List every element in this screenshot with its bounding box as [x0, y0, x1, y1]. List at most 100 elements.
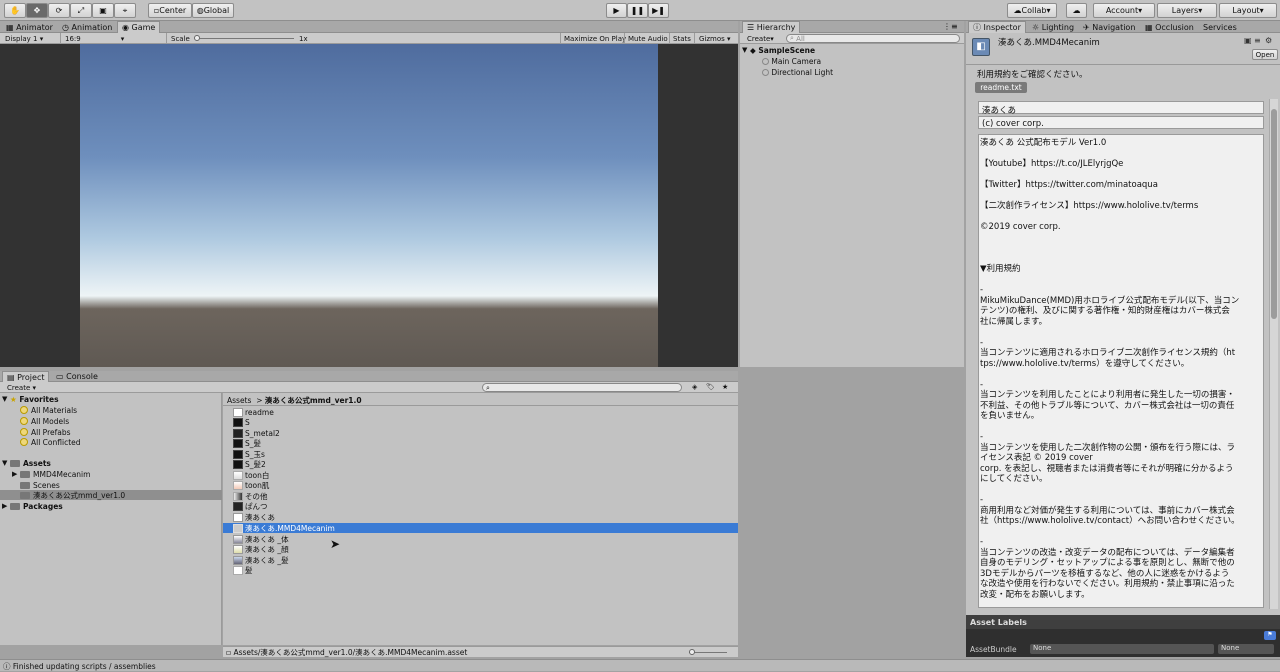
- book-icon[interactable]: ▣: [1244, 36, 1252, 45]
- play-button[interactable]: ▶: [606, 3, 627, 18]
- tab-occlusion[interactable]: ▦ Occlusion: [1141, 21, 1198, 33]
- collab-dropdown[interactable]: ☁ Collab ▾: [1007, 3, 1057, 18]
- panel-menu-icon[interactable]: ⋮≡: [943, 22, 958, 31]
- file-item[interactable]: 湊あくあ _体: [233, 534, 289, 544]
- open-button[interactable]: Open: [1252, 49, 1278, 60]
- scene-root[interactable]: ▼ ◆ SampleScene: [742, 45, 815, 55]
- folder-item-selected[interactable]: 湊あくあ公式mmd_ver1.0: [0, 490, 222, 500]
- folder-item[interactable]: ▶ MMD4Mecanim: [12, 469, 90, 479]
- collapse-arrow-icon: ▶: [2, 502, 8, 510]
- breadcrumb-root[interactable]: Assets: [227, 396, 251, 405]
- layers-dropdown[interactable]: Layers ▾: [1157, 3, 1217, 18]
- gizmos-dropdown[interactable]: Gizmos ▾: [696, 34, 734, 44]
- readme-line: -: [980, 495, 984, 505]
- readme-line: tps://www.hololive.tv/terms）を遵守してください。: [980, 358, 1190, 369]
- pivot-global-button[interactable]: ◍ Global: [192, 3, 234, 18]
- breadcrumb-folder[interactable]: 湊あくあ公式mmd_ver1.0: [265, 395, 362, 406]
- file-item[interactable]: 湊あくあ: [233, 512, 275, 522]
- tab-animator[interactable]: ▦ Animator: [2, 21, 57, 33]
- scrollbar-thumb[interactable]: [1271, 109, 1277, 319]
- text-file-icon: [233, 407, 243, 417]
- tab-inspector[interactable]: ⓘ Inspector: [968, 21, 1026, 33]
- file-item[interactable]: S_髪2: [233, 459, 266, 469]
- label-tag-icon[interactable]: ⚑: [1264, 631, 1276, 640]
- icon-size-slider-thumb[interactable]: [689, 649, 695, 655]
- hierarchy-item-directional-light[interactable]: Directional Light: [762, 67, 833, 77]
- rect-tool-icon[interactable]: ▣: [92, 3, 114, 18]
- favorite-item[interactable]: All Materials: [20, 405, 77, 415]
- name-field[interactable]: 湊あくあ: [978, 101, 1264, 116]
- cloud-button[interactable]: ☁: [1066, 3, 1087, 18]
- rotate-tool-icon[interactable]: ⟳: [48, 3, 70, 18]
- pivot-center-button[interactable]: ▫ Center: [148, 3, 192, 18]
- preset-icon[interactable]: ≡: [1254, 36, 1261, 45]
- account-dropdown[interactable]: Account ▾: [1093, 3, 1155, 18]
- status-message[interactable]: ⓘ Finished updating scripts / assemblies: [3, 661, 156, 671]
- pause-button[interactable]: ❚❚: [627, 3, 648, 18]
- file-item[interactable]: toon白: [233, 470, 269, 480]
- hierarchy-item-main-camera[interactable]: Main Camera: [762, 56, 821, 66]
- folder-item[interactable]: Scenes: [20, 480, 60, 490]
- favorite-item[interactable]: All Prefabs: [20, 427, 71, 437]
- filter-type-icon[interactable]: ◈: [692, 383, 697, 391]
- scale-slider-track[interactable]: [196, 38, 294, 39]
- favorites-root[interactable]: ▼ ★ Favorites: [2, 394, 59, 404]
- scale-slider-thumb[interactable]: [194, 35, 200, 41]
- hierarchy-create-dropdown[interactable]: Create ▾: [744, 34, 777, 44]
- favorite-item[interactable]: All Models: [20, 416, 69, 426]
- file-item[interactable]: readme: [233, 407, 274, 417]
- tab-game[interactable]: ◉ Game: [117, 21, 161, 33]
- assets-root[interactable]: ▼ Assets: [2, 458, 51, 468]
- tab-animation[interactable]: ◷ Animation: [58, 21, 116, 33]
- maximize-on-play-toggle[interactable]: Maximize On Play: [561, 34, 629, 44]
- file-item[interactable]: 髪: [233, 565, 253, 575]
- tab-console[interactable]: ▭ Console: [52, 371, 102, 382]
- copyright-field[interactable]: (c) cover corp.: [978, 116, 1264, 129]
- tab-lighting[interactable]: ☼ Lighting: [1028, 21, 1078, 33]
- inspector-scrollbar[interactable]: [1269, 99, 1278, 609]
- assetbundle-variant-dropdown[interactable]: None: [1218, 644, 1274, 654]
- scale-tool-icon[interactable]: ⤢: [70, 3, 92, 18]
- transform-tool-icon[interactable]: ⌖: [114, 3, 136, 18]
- mute-audio-toggle[interactable]: Mute Audio: [625, 34, 671, 44]
- dropdown-arrow-icon: ▾: [32, 384, 37, 392]
- file-item[interactable]: S: [233, 417, 250, 427]
- project-create-dropdown[interactable]: Create ▾: [4, 383, 39, 393]
- aspect-dropdown[interactable]: 16:9 ▾: [62, 34, 127, 44]
- stats-toggle[interactable]: Stats: [670, 34, 694, 44]
- filter-label-icon[interactable]: 🏷: [706, 383, 715, 391]
- texture-icon: [233, 449, 243, 459]
- hierarchy-search-input[interactable]: ⌕ All: [786, 34, 960, 43]
- display-dropdown[interactable]: Display 1 ▾: [2, 34, 46, 44]
- file-item-selected[interactable]: 湊あくあ.MMD4Mecanim: [223, 523, 738, 533]
- tab-services[interactable]: Services: [1199, 21, 1241, 33]
- file-item[interactable]: 湊あくあ _髪: [233, 555, 289, 565]
- favorite-star-icon[interactable]: ★: [722, 383, 728, 391]
- favorite-item[interactable]: All Conflicted: [20, 437, 81, 447]
- file-item[interactable]: S_玉s: [233, 449, 265, 459]
- file-item[interactable]: S_髪: [233, 438, 261, 448]
- hierarchy-controlbar: Create ▾ ⌕ All: [740, 33, 964, 44]
- file-item[interactable]: 湊あくあ _顔: [233, 544, 289, 554]
- favorite-item-label: All Materials: [31, 405, 78, 415]
- game-view[interactable]: [0, 44, 738, 367]
- layout-dropdown[interactable]: Layout ▾: [1219, 3, 1277, 18]
- file-item[interactable]: S_metal2: [233, 428, 280, 438]
- scale-value: 1x: [299, 35, 308, 43]
- file-item[interactable]: その他: [233, 491, 268, 501]
- file-item[interactable]: toon肌: [233, 480, 269, 490]
- project-search-input[interactable]: ⌕: [482, 383, 682, 392]
- dropdown-arrow-icon: ▾: [727, 35, 731, 43]
- file-label: S_metal2: [245, 428, 280, 438]
- file-item[interactable]: ぱんつ: [233, 501, 268, 511]
- hand-tool-icon[interactable]: ✋: [4, 3, 26, 18]
- step-button[interactable]: ▶❚: [648, 3, 669, 18]
- move-tool-icon[interactable]: ✥: [26, 3, 48, 18]
- settings-icon[interactable]: ⚙: [1265, 36, 1272, 45]
- assetbundle-dropdown[interactable]: None: [1030, 644, 1214, 654]
- readme-button[interactable]: readme.txt: [975, 82, 1027, 93]
- tab-project[interactable]: ▤ Project: [2, 371, 50, 382]
- tab-navigation[interactable]: ✈ Navigation: [1079, 21, 1139, 33]
- packages-root[interactable]: ▶ Packages: [2, 501, 63, 511]
- tab-hierarchy[interactable]: ☰ Hierarchy: [742, 21, 801, 33]
